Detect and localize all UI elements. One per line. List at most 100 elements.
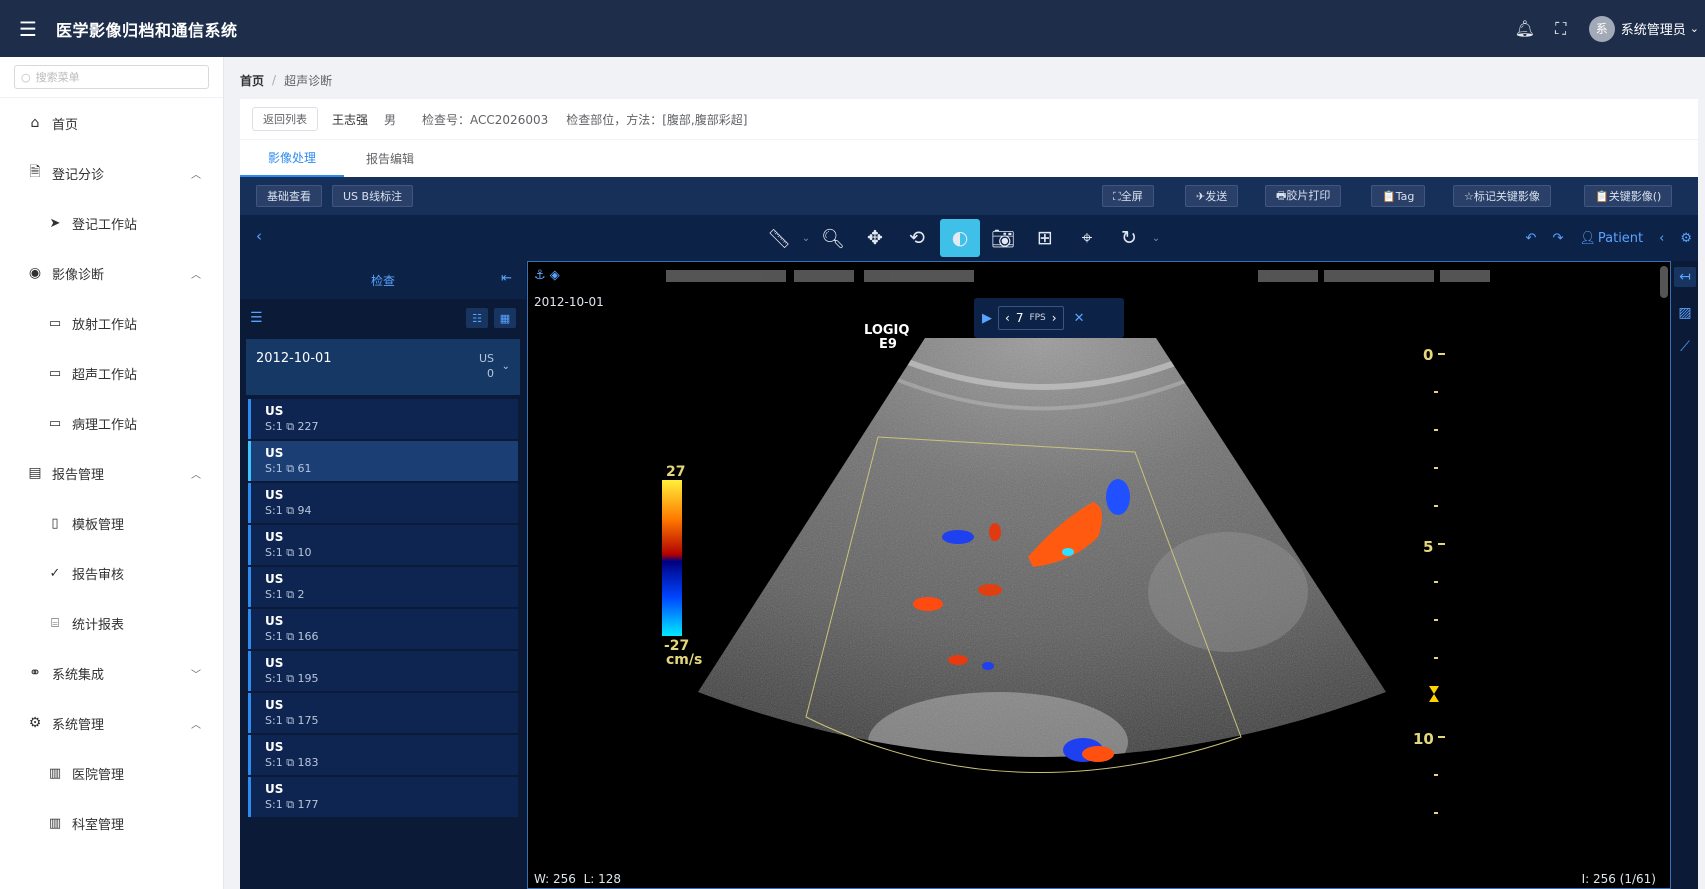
chevron-up-icon: ︿ — [191, 269, 201, 281]
layers-icon[interactable]: ◈ — [550, 268, 560, 283]
series-item[interactable]: US S:1 ⧉ 227 — [248, 399, 518, 439]
nav-label: 影像诊断 — [52, 267, 105, 283]
contrast-icon[interactable]: ◐ — [940, 219, 980, 257]
probe-icon[interactable]: ⚓︎ — [534, 268, 546, 283]
copy-icon: ⧉ — [286, 588, 295, 601]
basic-view-button[interactable]: 基础查看 — [256, 185, 322, 207]
series-modality: US — [265, 530, 284, 544]
study-card[interactable]: 2012-10-01 US 0 ⌄ — [246, 339, 520, 395]
nav-report-management[interactable]: ▤ 报告管理 ︿ — [0, 448, 223, 498]
hatch-icon[interactable]: ▨ — [1678, 305, 1691, 321]
rotate-3d-icon[interactable]: ⟲ — [896, 219, 938, 257]
nav-registration[interactable]: 🗎 登记分诊 ︿ — [0, 148, 223, 198]
study-modality: US 0 — [479, 351, 494, 381]
menu-search[interactable]: ○ — [14, 65, 209, 89]
series-item[interactable]: US S:1 ⧉ 183 — [248, 735, 518, 775]
nav-system-integration[interactable]: ⚭ 系统集成 ﹀ — [0, 648, 223, 698]
nav-pathology-station[interactable]: ▭ 病理工作站 — [0, 398, 223, 448]
mark-key-image-button[interactable]: ☆标记关键影像 — [1453, 185, 1551, 207]
fps-control[interactable]: ‹ 7 FPS › — [998, 306, 1064, 330]
series-number: S:1 — [265, 504, 283, 517]
camera-icon[interactable]: 📷︎ — [982, 219, 1024, 257]
series-count: 166 — [297, 630, 319, 643]
chevron-left-icon[interactable]: ‹ — [1005, 311, 1010, 325]
line-tool-icon[interactable]: ⟋ — [1680, 339, 1690, 355]
nav-statistics[interactable]: ⌸ 统计报表 — [0, 598, 223, 648]
bell-icon[interactable]: 🔔︎ — [1507, 11, 1543, 47]
nav-registration-station[interactable]: ➤ 登记工作站 — [0, 198, 223, 248]
chevron-down-icon[interactable]: ⌄ — [502, 361, 510, 372]
nav-radiology-station[interactable]: ▭ 放射工作站 — [0, 298, 223, 348]
series-meta: S:1 ⧉ 195 — [265, 671, 518, 687]
series-item[interactable]: US S:1 ⧉ 2 — [248, 567, 518, 607]
list-view-icon[interactable]: ☷ — [466, 308, 488, 328]
patient-panel-toggle[interactable]: Patient — [1598, 231, 1643, 246]
chevron-left-icon[interactable]: ‹ — [1659, 231, 1664, 246]
crosshair-icon[interactable]: ⌖ — [1066, 219, 1108, 257]
view-toggle: ☷ ▦ — [466, 308, 516, 328]
copy-icon: ⧉ — [286, 672, 295, 685]
collapse-left-icon[interactable]: ⇤ — [501, 271, 512, 286]
undo-icon[interactable]: ↶ — [1526, 231, 1537, 246]
grid-view-icon[interactable]: ▦ — [494, 308, 516, 328]
series-number: S:1 — [265, 420, 283, 433]
nav-report-review[interactable]: ✓ 报告审核 — [0, 548, 223, 598]
series-meta: S:1 ⧉ 10 — [265, 545, 518, 561]
zoom-icon[interactable]: 🔍︎ — [812, 219, 854, 257]
nav-hospital-management[interactable]: ▥ 医院管理 — [0, 748, 223, 798]
menu-search-input[interactable] — [35, 70, 186, 84]
send-icon: ➤ — [49, 215, 61, 231]
play-icon[interactable]: ▶ — [982, 311, 992, 326]
settings-icon[interactable]: ⚙ — [1680, 231, 1692, 246]
key-images-button[interactable]: 📋关键影像() — [1584, 185, 1673, 207]
breadcrumb-current: 超声诊断 — [284, 73, 333, 88]
chevron-down-icon[interactable]: ⌄ — [1150, 233, 1162, 244]
chevron-left-icon[interactable]: ‹ — [256, 227, 262, 245]
film-print-button[interactable]: 🖶胶片打印 — [1265, 185, 1342, 207]
nav-ultrasound-station[interactable]: ▭ 超声工作站 — [0, 348, 223, 398]
series-item[interactable]: US S:1 ⧉ 195 — [248, 651, 518, 691]
series-modality: US — [265, 572, 284, 586]
close-icon[interactable]: ✕ — [1074, 311, 1085, 326]
tab-report-edit[interactable]: 报告编辑 — [344, 140, 436, 177]
series-item[interactable]: US S:1 ⧉ 177 — [248, 777, 518, 817]
nav-department-management[interactable]: ▥ 科室管理 — [0, 798, 223, 848]
chevron-right-icon[interactable]: › — [1052, 311, 1057, 325]
nav-template-management[interactable]: ▯ 模板管理 — [0, 498, 223, 548]
app-title: 医学影像归档和通信系统 — [56, 20, 238, 40]
redo-icon[interactable]: ↷ — [1552, 231, 1563, 246]
ultrasound-viewport[interactable]: 27 -27 cm/s LOGIQ E9 0 5 10 ⚓︎ ◈ 2012-10… — [527, 261, 1671, 889]
pan-icon[interactable]: ✥ — [854, 219, 896, 257]
tab-image-processing[interactable]: 影像处理 — [240, 140, 344, 177]
nav-system-management[interactable]: ⚙ 系统管理 ︿ — [0, 698, 223, 748]
back-to-list-button[interactable]: 返回列表 — [252, 107, 318, 131]
send-button[interactable]: ✈发送 — [1185, 185, 1239, 207]
avatar[interactable]: 系 — [1588, 15, 1615, 42]
cine-player: ▶ ‹ 7 FPS › ✕ — [974, 298, 1124, 338]
study-panel: 检查 ⇤ ☰ ☷ ▦ 2012-10-01 US 0 ⌄ US S:1 ⧉ 227… — [240, 261, 526, 889]
chevron-down-icon[interactable]: ⌄ — [800, 233, 812, 244]
grid-icon[interactable]: ⊞ — [1024, 219, 1066, 257]
series-item[interactable]: US S:1 ⧉ 94 — [248, 483, 518, 523]
chevron-down-icon[interactable]: ⌄ — [1690, 22, 1699, 35]
ruler-icon[interactable]: 📏︎ — [758, 219, 800, 257]
series-item[interactable]: US S:1 ⧉ 61 — [248, 441, 518, 481]
series-item[interactable]: US S:1 ⧉ 166 — [248, 609, 518, 649]
refresh-icon[interactable]: ↻ — [1108, 219, 1150, 257]
panel-expand-icon[interactable]: ↤ — [1674, 267, 1696, 287]
hamburger-menu-icon[interactable]: ☰ — [0, 0, 56, 57]
frame-scrollbar[interactable] — [1660, 266, 1668, 298]
nav-home[interactable]: ⌂ 首页 — [0, 98, 223, 148]
fullscreen-button[interactable]: ⛶全屏 — [1102, 185, 1154, 207]
us-bline-button[interactable]: US B线标注 — [332, 185, 414, 207]
user-name[interactable]: 系统管理员 — [1621, 19, 1686, 38]
nav-imaging-diagnosis[interactable]: ◉ 影像诊断 ︿ — [0, 248, 223, 298]
tag-button[interactable]: 📋Tag — [1371, 185, 1426, 207]
series-item[interactable]: US S:1 ⧉ 10 — [248, 525, 518, 565]
series-number: S:1 — [265, 588, 283, 601]
series-item[interactable]: US S:1 ⧉ 175 — [248, 693, 518, 733]
fullscreen-icon[interactable]: ⛶ — [1543, 11, 1579, 47]
breadcrumb-home[interactable]: 首页 — [240, 72, 264, 89]
filter-icon[interactable]: ☰ — [250, 310, 263, 326]
series-meta: S:1 ⧉ 2 — [265, 587, 518, 603]
